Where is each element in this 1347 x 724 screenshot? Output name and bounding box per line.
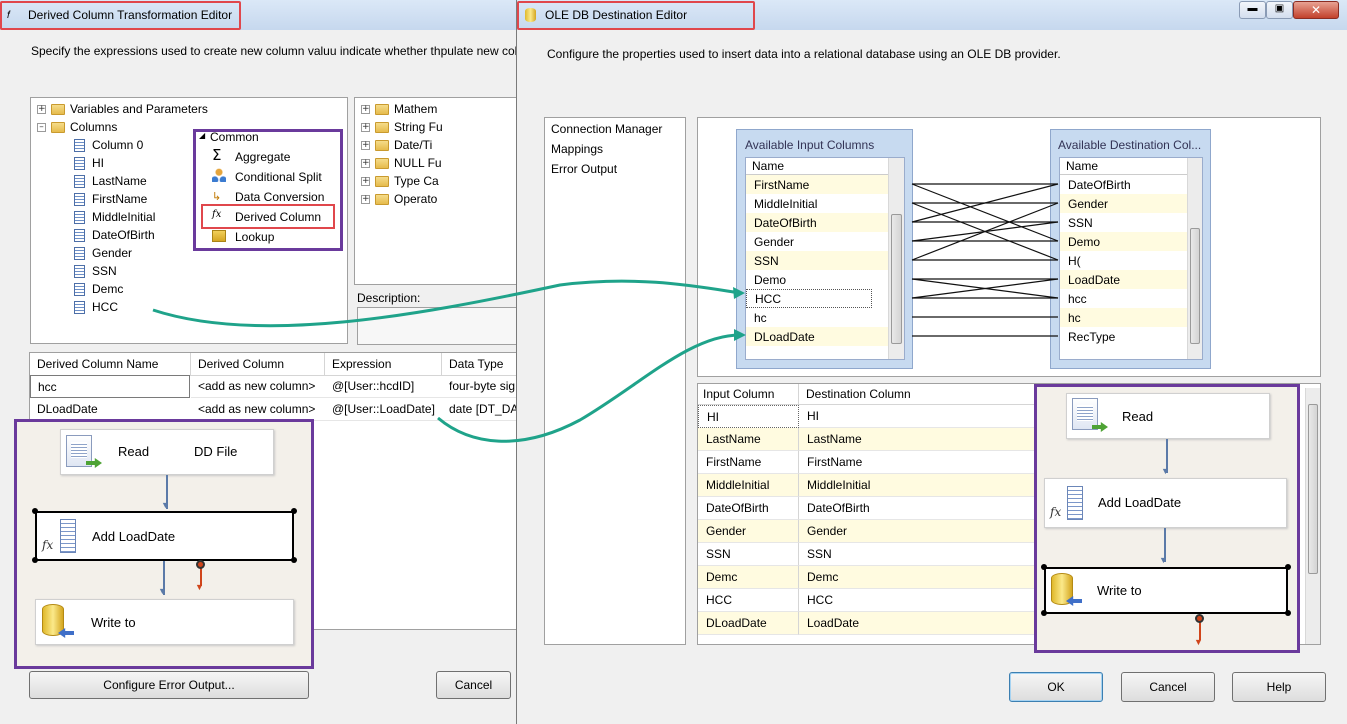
teal-arrow-head (734, 329, 746, 341)
teal-arrow-head (733, 287, 745, 299)
mapping-lines (911, 183, 1059, 337)
teal-arrow-hcc (152, 279, 741, 328)
annotation-overlay (152, 183, 1059, 443)
mapping-line (911, 221, 1059, 242)
mapping-line (911, 183, 1059, 242)
teal-arrow-dloaddate (437, 333, 741, 443)
